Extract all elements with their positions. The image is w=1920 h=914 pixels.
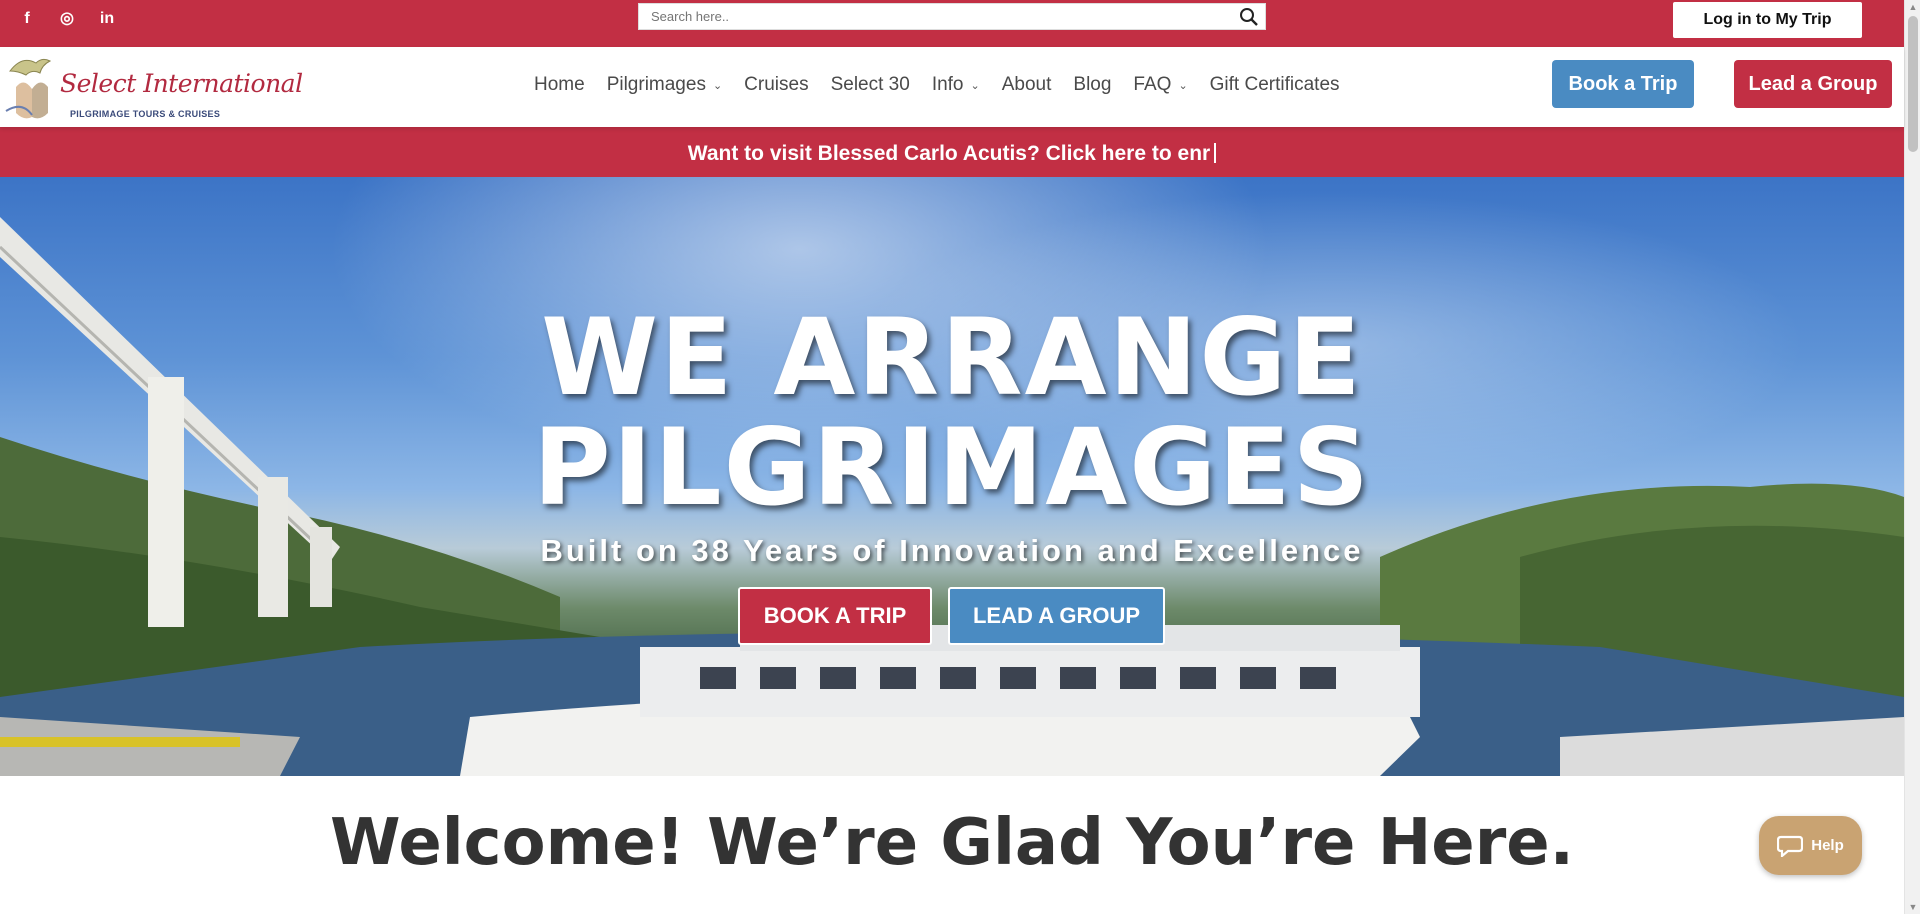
dove-hands-logo-icon xyxy=(5,58,52,119)
main-nav: Home Pilgrimages ⌄ Cruises Select 30 Info… xyxy=(534,74,1362,96)
facebook-icon[interactable]: f xyxy=(16,8,38,30)
instagram-icon[interactable]: ◎ xyxy=(56,8,78,30)
nav-item-cruises[interactable]: Cruises xyxy=(744,74,808,96)
nav-item-gift-certificates[interactable]: Gift Certificates xyxy=(1210,74,1340,96)
logo-title: Select International xyxy=(60,69,303,98)
social-links: f ◎ in xyxy=(16,8,118,30)
nav-label: Home xyxy=(534,74,585,95)
chat-bubble-icon xyxy=(1777,835,1804,857)
nav-label: Cruises xyxy=(744,74,809,95)
login-my-trip-button[interactable]: Log in to My Trip xyxy=(1673,2,1862,38)
nav-item-home[interactable]: Home xyxy=(534,74,585,96)
nav-label: FAQ xyxy=(1133,74,1172,95)
hero-banner: WE ARRANGE PILGRIMAGES Built on 38 Years… xyxy=(0,177,1904,776)
scrollbar-thumb[interactable] xyxy=(1908,16,1918,152)
nav-label: Blog xyxy=(1073,74,1112,95)
nav-item-select-30[interactable]: Select 30 xyxy=(831,74,910,96)
search-input[interactable] xyxy=(639,4,1219,29)
hero-book-trip-button[interactable]: BOOK A TRIP xyxy=(738,587,932,645)
nav-item-about[interactable]: About xyxy=(1002,74,1052,96)
chevron-down-icon: ⌄ xyxy=(1178,79,1188,92)
hero-lead-group-button[interactable]: LEAD A GROUP xyxy=(948,587,1165,645)
nav-item-info[interactable]: Info ⌄ xyxy=(932,74,980,96)
hero-subtitle: Built on 38 Years of Innovation and Exce… xyxy=(540,533,1364,568)
nav-label: Gift Certificates xyxy=(1209,74,1340,95)
scroll-up-icon[interactable]: ▲ xyxy=(1905,0,1920,14)
help-button[interactable]: Help xyxy=(1759,816,1862,875)
nav-label: Select 30 xyxy=(830,74,910,95)
chevron-down-icon: ⌄ xyxy=(970,79,980,92)
page-scrollbar[interactable]: ▲ ▼ xyxy=(1904,0,1920,914)
search-box xyxy=(638,3,1266,30)
main-header: Select International PILGRIMAGE TOURS & … xyxy=(0,47,1904,127)
hero-title-line2: PILGRIMAGES xyxy=(532,406,1371,529)
nav-label: Info xyxy=(931,74,964,95)
nav-label: Pilgrimages xyxy=(606,74,706,95)
linkedin-icon[interactable]: in xyxy=(96,8,118,30)
announcement-text[interactable]: Want to visit Blessed Carlo Acutis? Clic… xyxy=(688,142,1210,165)
top-bar: f ◎ in Log in to My Trip xyxy=(0,0,1904,47)
logo-subtitle: PILGRIMAGE TOURS & CRUISES xyxy=(70,109,221,119)
book-a-trip-button[interactable]: Book a Trip xyxy=(1552,60,1694,108)
nav-item-blog[interactable]: Blog xyxy=(1073,74,1111,96)
chevron-down-icon: ⌄ xyxy=(712,79,723,92)
nav-label: About xyxy=(1001,74,1052,95)
search-icon[interactable] xyxy=(1239,7,1259,27)
nav-item-pilgrimages[interactable]: Pilgrimages ⌄ xyxy=(607,74,722,96)
help-label: Help xyxy=(1811,837,1844,854)
logo[interactable]: Select International PILGRIMAGE TOURS & … xyxy=(2,51,303,123)
welcome-heading: Welcome! We’re Glad You’re Here. xyxy=(330,806,1574,880)
announcement-bar[interactable]: Want to visit Blessed Carlo Acutis? Clic… xyxy=(0,127,1904,177)
hero-title-line1: WE ARRANGE xyxy=(541,296,1363,419)
nav-item-faq[interactable]: FAQ ⌄ xyxy=(1133,74,1187,96)
scroll-down-icon[interactable]: ▼ xyxy=(1905,900,1920,914)
text-caret xyxy=(1214,143,1217,163)
lead-a-group-button[interactable]: Lead a Group xyxy=(1734,60,1892,108)
